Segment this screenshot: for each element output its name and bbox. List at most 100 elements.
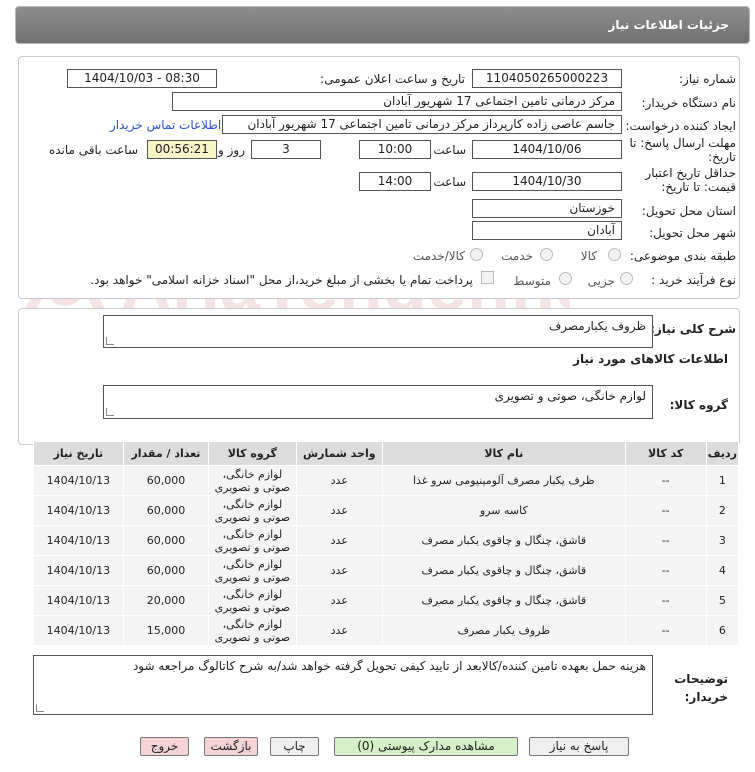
cell-date: 1404/10/13 [33,555,124,586]
cell-code: -- [624,525,707,556]
category-radio-service[interactable] [540,248,553,261]
cell-name: قاشق، چنگال و چاقوی یکبار مصرف [382,585,626,616]
reply-deadline-date: 1404/10/06 [472,140,622,159]
reply-deadline-label: مهلت ارسال پاسخ: تا تاریخ: [629,136,736,164]
category-radio-goods[interactable] [608,248,621,261]
cell-code: -- [624,615,707,646]
table-row[interactable]: 5 -- قاشق، چنگال و چاقوی یکبار مصرف عدد … [33,585,740,616]
reply-days-field: 3 [251,140,321,159]
process-radio-medium[interactable] [559,272,572,285]
summary-text: ظروف یکبارمصرف [548,319,646,333]
cell-row: 5 [705,585,740,616]
process-type-label: نوع فرآیند خرید : [651,273,736,287]
goods-table: ردیف کد کالا نام کالا واحد شمارش گروه کا… [33,441,740,646]
need-number-field: 1104050265000223 [472,69,622,88]
province-field: خوزستان [472,199,622,218]
cell-qty: 60,000 [122,555,210,586]
cell-row: 2 [705,495,740,526]
cell-group: لوازم خانگی، صوتی و تصویری [208,495,297,526]
cell-name: قاشق، چنگال و چاقوی یکبار مصرف [382,555,626,586]
resize-grip-icon[interactable] [106,337,114,345]
city-label: شهر محل تحویل: [649,226,736,240]
category-option-goods: کالا [580,249,597,263]
col-qty-header: تعداد / مقدار [122,441,210,466]
cell-qty: 20,000 [122,585,210,616]
cell-date: 1404/10/13 [33,525,124,556]
remaining-time-label: ساعت باقی مانده [48,143,138,157]
col-date-header: تاریخ نیاز [33,441,124,466]
category-radio-goods-service[interactable] [470,248,483,261]
window-title-bar: جزئیات اطلاعات نیاز [15,6,750,44]
cell-unit: عدد [295,495,384,526]
cell-row: 4 [705,555,740,586]
cell-code: -- [624,495,707,526]
requester-label: ایجاد کننده درخواست: [625,119,736,133]
cell-unit: عدد [295,525,384,556]
cell-code: -- [624,465,707,496]
need-number-label: شماره نیاز: [679,72,736,86]
cell-group: لوازم خانگی، صوتی و تصویری [208,555,297,586]
remaining-time-field: 00:56:21 [147,140,217,159]
table-row[interactable]: 4 -- قاشق، چنگال و چاقوی یکبار مصرف عدد … [33,555,740,586]
cell-unit: عدد [295,555,384,586]
province-label: استان محل تحویل: [641,204,736,218]
cell-code: -- [624,555,707,586]
process-radio-minor[interactable] [620,272,633,285]
reply-time-label: ساعت [433,143,466,157]
buyer-notes-textarea[interactable]: هزینه حمل بعهده تامین کننده/کالابعد از ت… [33,655,653,715]
cell-group: لوازم خانگی، صوتی و تصویری [208,525,297,556]
table-row[interactable]: 1 -- ظرف یکبار مصرف آلومینیومی سرو غذا ع… [33,465,740,496]
summary-textarea[interactable]: ظروف یکبارمصرف [103,315,653,348]
reply-to-need-button[interactable]: پاسخ به نیاز [529,737,629,756]
resize-grip-icon[interactable] [106,408,114,416]
price-time-label: ساعت [433,175,466,189]
buyer-notes-text: هزینه حمل بعهده تامین کننده/کالابعد از ت… [132,659,646,673]
treasury-payment-checkbox[interactable] [481,271,494,284]
cell-row: 1 [705,465,740,496]
table-row[interactable]: 6 -- ظروف یکبار مصرف عدد لوازم خانگی، صو… [33,615,740,646]
col-row-header: ردیف [705,441,740,466]
print-button[interactable]: چاپ [270,737,319,756]
col-code-header: کد کالا [624,441,707,466]
resize-grip-icon[interactable] [36,704,44,712]
cell-unit: عدد [295,465,384,496]
price-validity-date: 1404/10/30 [472,172,622,191]
announce-datetime-field: 1404/10/03 - 08:30 [67,69,217,88]
cell-qty: 15,000 [122,615,210,646]
price-validity-time: 14:00 [359,172,431,191]
goods-section-title: اطلاعات کالاهای مورد نیاز [573,352,728,366]
buyer-org-label: نام دستگاه خریدار: [641,96,737,110]
cell-qty: 60,000 [122,525,210,556]
table-row[interactable]: 3 -- قاشق، چنگال و چاقوی یکبار مصرف عدد … [33,525,740,556]
process-option-minor: جزیی [587,274,615,288]
category-option-goods-service: کالا/خدمت [412,249,465,263]
back-button[interactable]: بازگشت [204,737,258,756]
cell-unit: عدد [295,585,384,616]
exit-button[interactable]: خروج [140,737,189,756]
cell-row: 6 [705,615,740,646]
summary-label: شرح کلی نیاز: [650,322,736,336]
cell-name: قاشق، چنگال و چاقوی یکبار مصرف [382,525,626,556]
cell-name: ظروف یکبار مصرف [382,615,626,646]
cell-qty: 60,000 [122,465,210,496]
cell-date: 1404/10/13 [33,615,124,646]
window-title: جزئیات اطلاعات نیاز [608,18,729,32]
buyer-notes-label: توضیحات خریدار: [674,672,728,704]
treasury-payment-note: پرداخت تمام یا بخشی از مبلغ خرید،از محل … [90,273,473,287]
price-validity-label: حداقل تاریخ اعتبار قیمت: تا تاریخ: [645,166,736,194]
process-option-medium: متوسط [513,274,551,288]
cell-name: ظرف یکبار مصرف آلومینیومی سرو غذا [382,465,626,496]
requester-field: جاسم عاصی زاده کارپرداز مرکز درمانی تامی… [222,115,622,134]
goods-group-textarea[interactable]: لوازم خانگی، صوتی و تصویری [103,385,653,419]
cell-group: لوازم خانگی، صوتی و تصویری [208,585,297,616]
cell-unit: عدد [295,615,384,646]
buyer-contact-link[interactable]: اطلاعات تماس خریدار [110,118,221,132]
table-row[interactable]: 2 -- کاسه سرو عدد لوازم خانگی، صوتی و تص… [33,495,740,526]
cell-date: 1404/10/13 [33,495,124,526]
col-name-header: نام کالا [382,441,626,466]
view-attachments-button[interactable]: مشاهده مدارک پیوستی (0) [334,737,518,756]
reply-deadline-time: 10:00 [359,140,431,159]
cell-date: 1404/10/13 [33,585,124,616]
category-option-service: خدمت [501,249,533,263]
cell-code: -- [624,585,707,616]
